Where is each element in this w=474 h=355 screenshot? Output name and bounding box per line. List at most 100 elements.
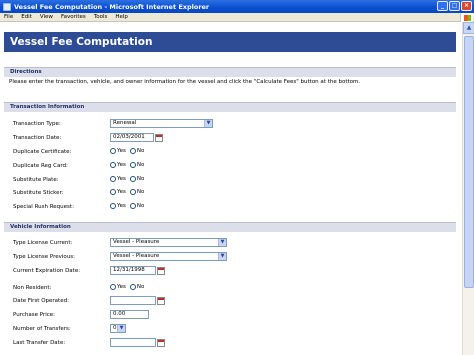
- row-license-previous: Type License Previous: Vessel - Pleasure…: [0, 252, 456, 263]
- non-resident-label: Non Resident:: [13, 285, 52, 291]
- transaction-type-value: Renewal: [113, 120, 137, 126]
- menu-tools[interactable]: Tools: [94, 14, 108, 20]
- last-transfer-date-label: Last Transfer Date:: [13, 340, 66, 346]
- radio-label: Yes: [117, 176, 126, 182]
- last-transfer-date-input[interactable]: [110, 338, 156, 347]
- radio-label: Yes: [117, 203, 126, 209]
- radio-icon: [110, 162, 116, 168]
- minimize-button[interactable]: _: [437, 1, 448, 11]
- radio-label: No: [136, 162, 145, 168]
- chevron-down-icon[interactable]: ▼: [218, 239, 226, 246]
- vertical-scrollbar[interactable]: ▲: [462, 22, 474, 355]
- radio-icon: [129, 203, 136, 209]
- row-duplicate-reg-card: Duplicate Reg Card: Yes No: [0, 161, 456, 172]
- chevron-down-icon[interactable]: ▼: [117, 325, 125, 332]
- radio-icon: [110, 148, 116, 154]
- menu-edit[interactable]: Edit: [21, 14, 32, 20]
- special-rush-no[interactable]: No: [129, 203, 145, 209]
- menu-favorites[interactable]: Favorites: [61, 14, 86, 20]
- duplicate-reg-card-no[interactable]: No: [129, 162, 145, 168]
- window-controls: _ □ ×: [437, 1, 472, 11]
- license-current-value: Vessel - Pleasure: [113, 239, 160, 245]
- substitute-plate-yes[interactable]: Yes: [110, 176, 126, 182]
- transaction-type-select[interactable]: Renewal ▼: [110, 119, 213, 128]
- substitute-sticker-yes[interactable]: Yes: [110, 189, 126, 195]
- date-first-operated-label: Date First Operated:: [13, 298, 69, 304]
- license-previous-label: Type License Previous:: [13, 254, 75, 260]
- scrollbar-thumb[interactable]: [464, 36, 474, 288]
- special-rush-yes[interactable]: Yes: [110, 203, 126, 209]
- date-first-operated-input[interactable]: [110, 296, 156, 305]
- row-expiration-date: Current Expiration Date: 12/31/1998: [0, 266, 456, 277]
- duplicate-reg-card-yes[interactable]: Yes: [110, 162, 126, 168]
- section-directions: Directions: [4, 67, 456, 77]
- radio-label: No: [136, 176, 145, 182]
- purchase-price-input[interactable]: 0.00: [110, 310, 149, 319]
- license-previous-select[interactable]: Vessel - Pleasure ▼: [110, 252, 227, 261]
- maximize-button[interactable]: □: [449, 1, 460, 11]
- duplicate-certificate-yes[interactable]: Yes: [110, 148, 126, 154]
- duplicate-reg-card-label: Duplicate Reg Card:: [13, 163, 68, 169]
- radio-label: No: [136, 284, 145, 290]
- row-last-transfer-date: Last Transfer Date:: [0, 338, 456, 349]
- radio-label: Yes: [117, 162, 126, 168]
- number-of-transfers-label: Number of Transfers:: [13, 326, 71, 332]
- license-current-label: Type License Current:: [13, 240, 73, 246]
- row-license-current: Type License Current: Vessel - Pleasure …: [0, 238, 456, 249]
- section-transaction: Transaction Information: [4, 102, 456, 112]
- row-transaction-type: Transaction Type: Renewal ▼: [0, 119, 456, 130]
- calendar-icon[interactable]: [157, 339, 165, 347]
- menu-bar: File Edit View Favorites Tools Help: [0, 13, 474, 22]
- non-resident-yes[interactable]: Yes: [110, 284, 126, 290]
- number-of-transfers-select[interactable]: 0 ▼: [110, 324, 126, 333]
- row-date-first-operated: Date First Operated:: [0, 296, 456, 307]
- chevron-down-icon[interactable]: ▼: [204, 120, 212, 127]
- row-duplicate-certificate: Duplicate Certificate: Yes No: [0, 147, 456, 158]
- radio-icon: [129, 284, 136, 290]
- radio-label: Yes: [117, 189, 126, 195]
- row-non-resident: Non Resident: Yes No: [0, 283, 456, 294]
- transaction-date-input[interactable]: 02/03/2001: [110, 133, 154, 142]
- calendar-icon[interactable]: [157, 267, 165, 275]
- window-title: Vessel Fee Computation - Microsoft Inter…: [14, 2, 210, 11]
- radio-icon: [110, 203, 116, 209]
- calendar-icon[interactable]: [155, 134, 163, 142]
- menu-view[interactable]: View: [40, 14, 53, 20]
- substitute-plate-no[interactable]: No: [129, 176, 145, 182]
- section-vehicle: Vehicle Information: [4, 222, 456, 232]
- radio-icon: [129, 189, 136, 195]
- substitute-sticker-no[interactable]: No: [129, 189, 144, 195]
- transaction-type-label: Transaction Type:: [13, 121, 61, 127]
- calendar-icon[interactable]: [157, 297, 165, 305]
- radio-label: Yes: [117, 148, 126, 154]
- number-of-transfers-value: 0: [113, 325, 117, 331]
- menu-help[interactable]: Help: [115, 14, 128, 20]
- ie-app-icon: [3, 2, 11, 11]
- radio-label: Yes: [117, 284, 126, 290]
- expiration-date-input[interactable]: 12/31/1998: [110, 266, 156, 275]
- duplicate-certificate-no[interactable]: No: [129, 148, 145, 154]
- menu-file[interactable]: File: [4, 14, 13, 20]
- page-title: Vessel Fee Computation: [4, 32, 456, 52]
- row-transaction-date: Transaction Date: 02/03/2001: [0, 133, 456, 144]
- radio-icon: [110, 284, 116, 290]
- duplicate-certificate-label: Duplicate Certificate:: [13, 149, 72, 155]
- radio-icon: [129, 176, 136, 182]
- row-substitute-sticker: Substitute Sticker: Yes No: [0, 188, 456, 199]
- non-resident-no[interactable]: No: [129, 284, 145, 290]
- close-button[interactable]: ×: [461, 1, 472, 11]
- row-number-of-transfers: Number of Transfers: 0 ▼: [0, 324, 456, 335]
- page-content: Vessel Fee Computation Directions Please…: [0, 22, 462, 355]
- chevron-down-icon[interactable]: ▼: [218, 253, 226, 260]
- radio-label: No: [136, 203, 145, 209]
- row-special-rush: Special Rush Request: Yes No: [0, 202, 456, 213]
- directions-text: Please enter the transaction, vehicle, a…: [9, 79, 361, 85]
- license-current-select[interactable]: Vessel - Pleasure ▼: [110, 238, 227, 247]
- expiration-date-label: Current Expiration Date:: [13, 268, 81, 274]
- license-previous-value: Vessel - Pleasure: [113, 253, 160, 259]
- radio-icon: [110, 176, 116, 182]
- scroll-up-icon[interactable]: ▲: [463, 22, 474, 34]
- window-titlebar: Vessel Fee Computation - Microsoft Inter…: [0, 0, 474, 13]
- row-substitute-plate: Substitute Plate: Yes No: [0, 175, 456, 186]
- radio-label: No: [136, 148, 145, 154]
